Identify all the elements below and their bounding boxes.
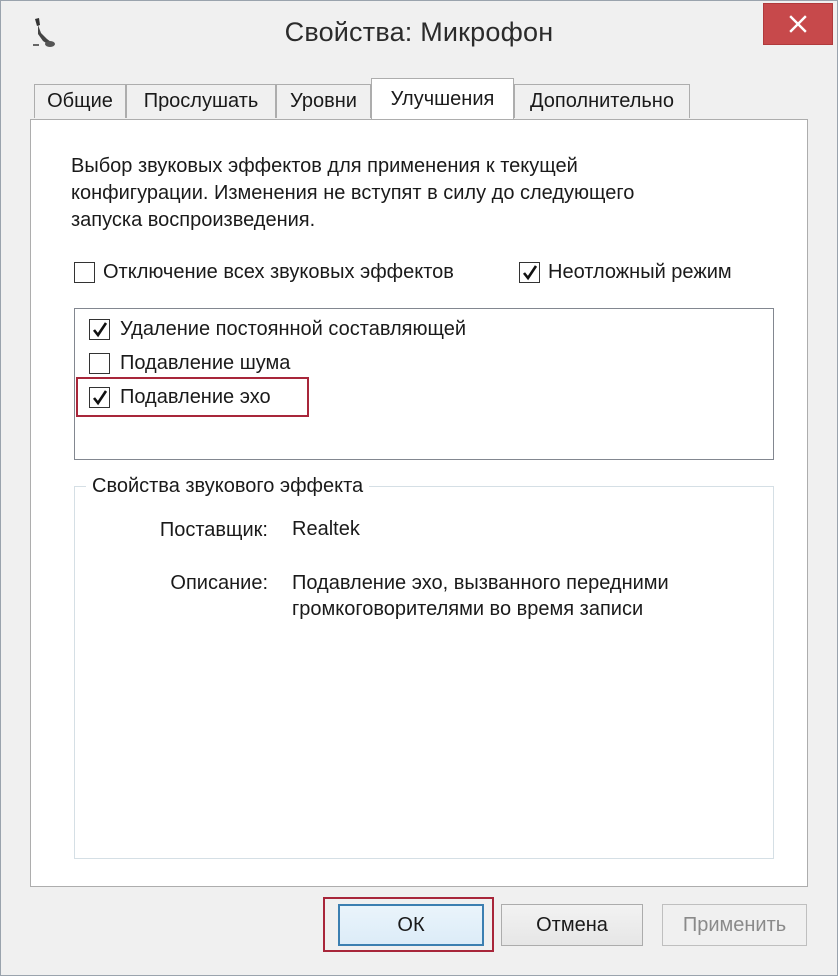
description-label: Описание: xyxy=(170,572,268,594)
checkmark-icon xyxy=(92,322,108,338)
effects-list[interactable]: Удаление постоянной составляющей Подавле… xyxy=(74,308,774,460)
immediate-mode-label[interactable]: Неотложный режим xyxy=(548,261,732,284)
tab-general[interactable]: Общие xyxy=(34,84,126,118)
effect-checkbox-dc-removal[interactable] xyxy=(89,319,110,340)
description-value: Подавление эхо, вызванного передними гро… xyxy=(292,572,669,620)
tab-listen[interactable]: Прослушать xyxy=(126,84,276,118)
apply-button[interactable]: Применить xyxy=(662,904,807,946)
cancel-button[interactable]: Отмена xyxy=(501,904,643,946)
window-title: Свойства: Микрофон xyxy=(284,17,554,47)
tab-levels[interactable]: Уровни xyxy=(276,84,371,118)
close-icon xyxy=(789,15,807,33)
effect-label-echo-cancellation[interactable]: Подавление эхо xyxy=(120,386,271,409)
effect-checkbox-echo-cancellation[interactable] xyxy=(89,387,110,408)
tab-enhancements[interactable]: Улучшения xyxy=(371,78,514,119)
effect-checkbox-noise-suppression[interactable] xyxy=(89,353,110,374)
effect-properties-title: Свойства звукового эффекта xyxy=(86,475,370,498)
checkmark-icon xyxy=(92,390,108,406)
disable-all-checkbox[interactable] xyxy=(74,262,95,283)
dialog-window: Свойства: Микрофон Общие Прослушать Уров… xyxy=(0,0,838,976)
provider-value: Realtek xyxy=(292,518,360,540)
tab-advanced[interactable]: Дополнительно xyxy=(514,84,690,118)
title-bar: Свойства: Микрофон xyxy=(1,1,837,67)
effect-label-noise-suppression[interactable]: Подавление шума xyxy=(120,352,290,375)
checkmark-icon xyxy=(522,265,538,281)
enhancements-panel: Выбор звуковых эффектов для применения к… xyxy=(30,119,808,887)
disable-all-label[interactable]: Отключение всех звуковых эффектов xyxy=(103,261,454,284)
enhancements-description: Выбор звуковых эффектов для применения к… xyxy=(71,155,635,231)
provider-label: Поставщик: xyxy=(159,519,268,541)
effect-label-dc-removal[interactable]: Удаление постоянной составляющей xyxy=(120,318,466,341)
close-button[interactable] xyxy=(763,3,833,45)
immediate-mode-checkbox[interactable] xyxy=(519,262,540,283)
ok-button[interactable]: ОК xyxy=(338,904,484,946)
